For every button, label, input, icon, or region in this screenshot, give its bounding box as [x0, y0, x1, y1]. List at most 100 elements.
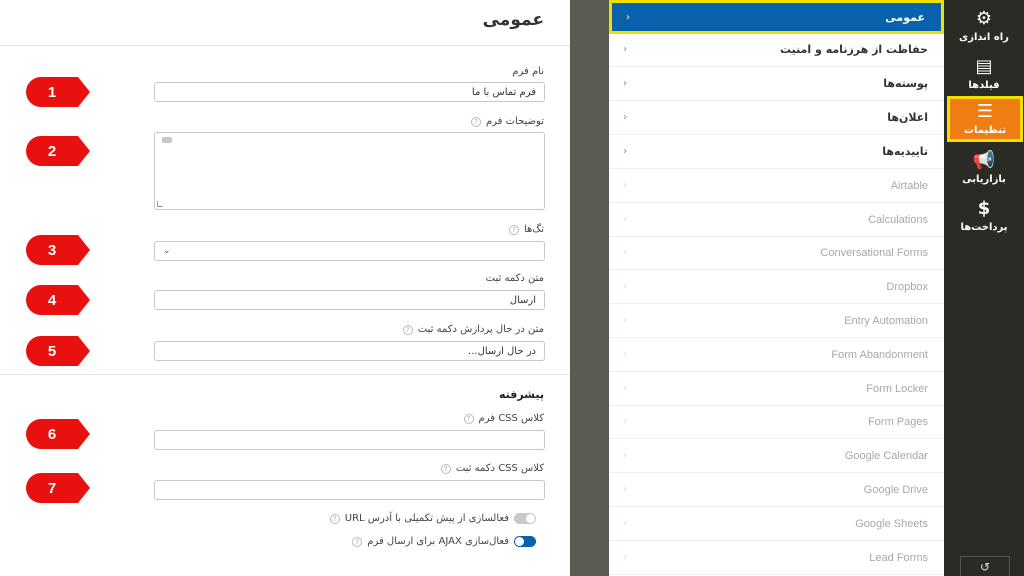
sliders-icon: ☰	[976, 100, 994, 122]
form-description-textarea[interactable]	[154, 132, 545, 210]
form-name-input[interactable]: فرم تماس با ما	[154, 82, 545, 102]
help-icon[interactable]: ?	[470, 116, 481, 127]
chevron-right-icon: ›	[623, 383, 627, 394]
help-icon[interactable]: ?	[508, 224, 519, 235]
nav-setup[interactable]: ⚙ راه اندازی	[944, 2, 1024, 50]
label-text: کلاس CSS فرم	[478, 413, 544, 424]
help-icon[interactable]: ?	[352, 536, 363, 547]
menu-item-conversational-forms[interactable]: › Conversational Forms	[609, 236, 944, 270]
submit-css-class-label: کلاس CSS دکمه ثبت?	[440, 463, 544, 474]
form-css-class-label: کلاس CSS فرم?	[463, 413, 544, 424]
menu-label: پوسته‌ها	[883, 77, 928, 90]
history-button[interactable]: ↺	[960, 556, 1010, 576]
chevron-right-icon: ›	[623, 450, 627, 461]
chevron-right-icon: ›	[623, 349, 627, 360]
nav-settings[interactable]: ☰ تنظیمات	[947, 96, 1023, 142]
input-value: فرم تماس با ما	[471, 86, 536, 98]
form-css-class-input[interactable]	[154, 430, 545, 450]
builder-nav-bar: ⚙ راه اندازی ▤ فیلدها ☰ تنظیمات 📢 بازاریابی …	[944, 0, 1024, 576]
fields-icon: ▤	[975, 55, 993, 77]
advanced-heading: پیشرفته	[498, 388, 544, 401]
nav-label: پرداخت‌ها	[960, 221, 1008, 233]
menu-label: حفاظت از هرزنامه و امنیت	[780, 43, 928, 56]
submit-css-class-input[interactable]	[154, 480, 545, 500]
menu-item-spam-protection[interactable]: › حفاظت از هرزنامه و امنیت	[609, 33, 944, 67]
input-value: ارسال	[509, 294, 536, 306]
menu-item-calculations[interactable]: › Calculations	[609, 203, 944, 237]
help-icon[interactable]: ?	[329, 513, 340, 524]
url-prefill-toggle[interactable]	[514, 513, 536, 524]
nav-label: راه اندازی	[959, 31, 1009, 43]
tags-label: تگ‌ها?	[508, 224, 544, 235]
tag-icon	[162, 137, 172, 143]
menu-item-lead-forms[interactable]: › Lead Forms	[609, 541, 944, 575]
menu-item-google-drive[interactable]: › Google Drive	[609, 473, 944, 507]
label-text: تگ‌ها	[523, 224, 544, 235]
menu-item-themes[interactable]: › پوسته‌ها	[609, 67, 944, 101]
megaphone-icon: 📢	[972, 149, 996, 171]
annotation-marker-3: 3	[26, 235, 90, 265]
annotation-marker-2: 2	[26, 136, 90, 166]
nav-payments[interactable]: $ پرداخت‌ها	[944, 192, 1024, 240]
menu-item-dropbox[interactable]: › Dropbox	[609, 270, 944, 304]
menu-item-airtable[interactable]: › Airtable	[609, 169, 944, 203]
history-icon: ↺	[979, 559, 991, 574]
url-prefill-toggle-row: فعالسازی از پیش تکمیلی با آدرس URL ?	[329, 513, 544, 524]
toggle-knob	[526, 514, 535, 523]
chevron-right-icon: ›	[623, 146, 627, 157]
menu-item-form-pages[interactable]: › Form Pages	[609, 405, 944, 439]
nav-marketing[interactable]: 📢 بازاریابی	[944, 144, 1024, 192]
gear-icon: ⚙	[975, 7, 993, 29]
chevron-right-icon: ›	[626, 11, 630, 23]
menu-label: Conversational Forms	[820, 246, 928, 259]
menu-item-notifications[interactable]: › اعلان‌ها	[609, 101, 944, 135]
chevron-right-icon: ›	[623, 416, 627, 427]
menu-item-general[interactable]: › عمومی	[609, 0, 944, 34]
menu-label: اعلان‌ها	[887, 111, 928, 124]
chevron-right-icon: ›	[623, 518, 627, 529]
chevron-right-icon: ›	[623, 552, 627, 563]
settings-menu: › عمومی › حفاظت از هرزنامه و امنیت › پوسته‌…	[609, 0, 944, 576]
menu-label: Calculations	[868, 213, 928, 226]
chevron-down-icon: ⌄	[163, 246, 171, 256]
chevron-right-icon: ›	[623, 44, 627, 55]
submit-text-label: متن دکمه ثبت	[486, 273, 544, 284]
form-name-label: نام فرم	[512, 66, 544, 77]
menu-item-entry-automation[interactable]: › Entry Automation	[609, 304, 944, 338]
ajax-toggle-row: فعال‌سازی AJAX برای ارسال فرم ?	[352, 536, 544, 547]
toggle-knob	[515, 537, 524, 546]
ajax-toggle[interactable]	[514, 536, 536, 547]
form-settings-panel: عمومی نام فرم فرم تماس با ما توضیحات فرم…	[0, 0, 570, 576]
submit-text-input[interactable]: ارسال	[154, 290, 545, 310]
menu-item-google-calendar[interactable]: › Google Calendar	[609, 439, 944, 473]
menu-item-confirmations[interactable]: › تاییدیه‌ها	[609, 135, 944, 169]
label-text: متن دکمه ثبت	[485, 273, 544, 284]
help-icon[interactable]: ?	[440, 463, 451, 474]
chevron-right-icon: ›	[623, 247, 627, 258]
label-text: توضیحات فرم	[485, 116, 544, 127]
menu-item-form-abandonment[interactable]: › Form Abandonment	[609, 338, 944, 372]
marker-number: 4	[47, 291, 57, 309]
dollar-icon: $	[977, 197, 991, 219]
label-text: متن در حال پردازش دکمه ثبت	[417, 324, 544, 335]
annotation-marker-5: 5	[26, 336, 90, 366]
panel-title: عمومی	[482, 10, 544, 30]
processing-text-input[interactable]: در حال ارسال...	[154, 341, 545, 361]
help-icon[interactable]: ?	[463, 413, 474, 424]
chevron-right-icon: ›	[623, 78, 627, 89]
menu-item-form-locker[interactable]: › Form Locker	[609, 372, 944, 406]
marker-number: 2	[47, 142, 57, 160]
label-text: نام فرم	[512, 66, 544, 77]
nav-fields[interactable]: ▤ فیلدها	[944, 50, 1024, 98]
menu-item-google-sheets[interactable]: › Google Sheets	[609, 507, 944, 541]
input-value: در حال ارسال...	[468, 345, 536, 357]
help-icon[interactable]: ?	[402, 324, 413, 335]
nav-label: تنظیمات	[963, 124, 1007, 136]
marker-number: 7	[47, 479, 57, 497]
menu-label: عمومی	[885, 10, 925, 24]
tags-select[interactable]: ⌄	[154, 241, 545, 261]
resize-handle-icon[interactable]	[157, 201, 163, 207]
chevron-right-icon: ›	[623, 214, 627, 225]
nav-label: بازاریابی	[962, 173, 1006, 185]
marker-number: 6	[47, 425, 57, 443]
